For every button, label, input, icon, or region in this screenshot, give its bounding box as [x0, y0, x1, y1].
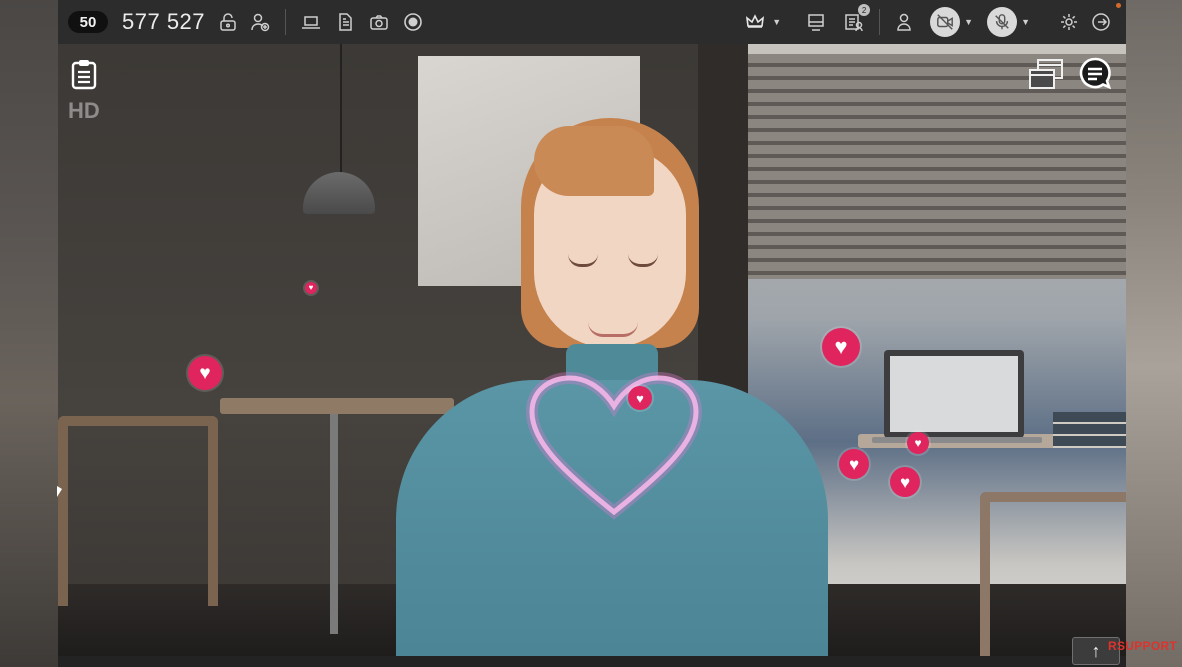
lock-icon[interactable] [215, 9, 241, 35]
heart-reaction-icon: ♥ [188, 356, 222, 390]
background-laptop [884, 350, 1024, 438]
heart-reaction-icon: ♥ [907, 432, 929, 454]
left-blurred-panel [0, 0, 58, 667]
toolbar-divider [285, 9, 287, 35]
avatar-fringe [534, 126, 654, 196]
background-chair-right [980, 492, 1126, 656]
video-off-button[interactable] [930, 7, 961, 37]
chevron-down-icon[interactable]: ▼ [1021, 17, 1030, 27]
background-chair-left [58, 416, 218, 606]
exit-icon[interactable] [1088, 9, 1114, 35]
gear-icon[interactable] [1056, 9, 1082, 35]
user-settings-icon[interactable] [892, 9, 918, 35]
window-layout-icon[interactable] [1028, 58, 1064, 90]
bottom-strip [58, 656, 1126, 667]
background-books [1053, 412, 1126, 448]
top-toolbar: 50 577 527 ▼ 2 ▼ ▼ [58, 0, 1126, 44]
monitor-icon[interactable] [803, 9, 829, 35]
chevron-down-icon[interactable]: ▼ [772, 17, 781, 27]
laptop-icon[interactable] [298, 9, 324, 35]
record-icon[interactable] [400, 9, 426, 35]
background-laptop-base [872, 437, 1042, 443]
chat-icon[interactable] [1078, 56, 1112, 90]
mic-off-icon [995, 14, 1009, 30]
participants-list-icon[interactable]: 2 [841, 4, 871, 35]
hd-quality-label[interactable]: HD [68, 98, 100, 124]
mouse-cursor-icon [57, 486, 62, 497]
crown-icon[interactable] [742, 9, 768, 35]
document-icon[interactable] [332, 9, 358, 35]
video-off-icon [937, 14, 954, 30]
chevron-down-icon[interactable]: ▼ [964, 17, 973, 27]
camera-icon[interactable] [366, 9, 392, 35]
toolbar-divider [879, 9, 881, 35]
heart-reaction-icon: ♥ [890, 467, 920, 497]
notes-icon[interactable] [70, 58, 98, 90]
brand-logo: RSUPPORT [1108, 639, 1178, 653]
add-user-icon[interactable] [247, 9, 273, 35]
heart-reaction-icon: ♥ [822, 328, 860, 366]
notification-dot [1116, 3, 1121, 8]
heart-reaction-icon: ♥ [839, 449, 869, 479]
participants-counter: 2 [858, 4, 871, 16]
heart-reaction-icon: ♥ [628, 386, 652, 410]
mic-off-button[interactable] [987, 7, 1018, 37]
avatar-figure [336, 108, 866, 656]
heart-reaction-icon: ♥ [305, 282, 317, 294]
right-blurred-panel [1126, 0, 1182, 667]
video-feed[interactable]: ♥ ♥ ♥ ♥ ♥ ♥ ♥ [58, 44, 1126, 656]
participant-count-badge: 50 [68, 11, 108, 33]
avatar-mouth [588, 322, 638, 337]
glowing-heart-icon [525, 372, 703, 520]
session-id: 577 527 [122, 9, 206, 34]
